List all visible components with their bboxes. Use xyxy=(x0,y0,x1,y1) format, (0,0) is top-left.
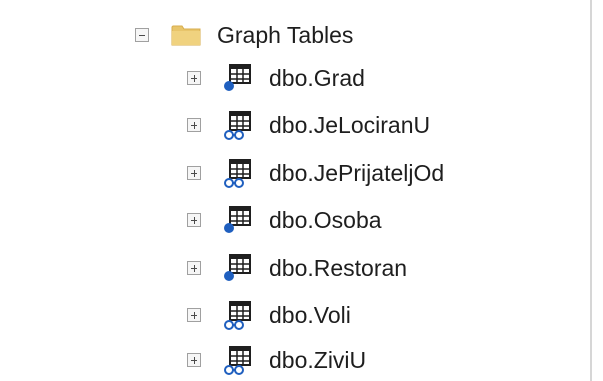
table-name-label: dbo.Osoba xyxy=(269,207,382,233)
tree-node-table[interactable]: dbo.ZiviU xyxy=(187,340,366,380)
table-name-label: dbo.JeLociranU xyxy=(269,112,431,138)
folder-icon xyxy=(171,25,201,46)
folder-label: Graph Tables xyxy=(217,22,354,48)
node-table-icon xyxy=(224,206,251,233)
table-name-label: dbo.Voli xyxy=(269,302,351,328)
expand-toggle[interactable] xyxy=(187,308,201,322)
edge-table-icon xyxy=(224,301,251,330)
expand-toggle[interactable] xyxy=(187,213,201,227)
tree-node-table[interactable]: dbo.Voli xyxy=(187,295,351,335)
tree-node-table[interactable]: dbo.Osoba xyxy=(187,200,382,240)
expand-toggle[interactable] xyxy=(187,166,201,180)
expand-toggle[interactable] xyxy=(187,353,201,367)
object-explorer-tree: Graph Tables dbo.Grad dbo.JeLociranU dbo.J… xyxy=(0,0,590,381)
edge-table-icon xyxy=(224,346,251,375)
node-table-icon xyxy=(224,254,251,281)
node-table-icon xyxy=(224,64,251,91)
tree-node-table[interactable]: dbo.JeLociranU xyxy=(187,105,430,145)
collapse-toggle[interactable] xyxy=(135,28,149,42)
pane-border xyxy=(590,0,592,381)
tree-node-table[interactable]: dbo.Grad xyxy=(187,58,365,98)
expand-toggle[interactable] xyxy=(187,261,201,275)
expand-toggle[interactable] xyxy=(187,71,201,85)
tree-node-table[interactable]: dbo.JePrijateljOd xyxy=(187,153,444,193)
table-name-label: dbo.JePrijateljOd xyxy=(269,160,445,186)
tree-node-graph-tables[interactable]: Graph Tables xyxy=(135,15,353,55)
tree-node-table[interactable]: dbo.Restoran xyxy=(187,248,407,288)
table-name-label: dbo.ZiviU xyxy=(269,347,367,373)
table-name-label: dbo.Restoran xyxy=(269,255,408,281)
table-name-label: dbo.Grad xyxy=(269,65,365,91)
edge-table-icon xyxy=(224,159,251,188)
expand-toggle[interactable] xyxy=(187,118,201,132)
edge-table-icon xyxy=(224,111,251,140)
